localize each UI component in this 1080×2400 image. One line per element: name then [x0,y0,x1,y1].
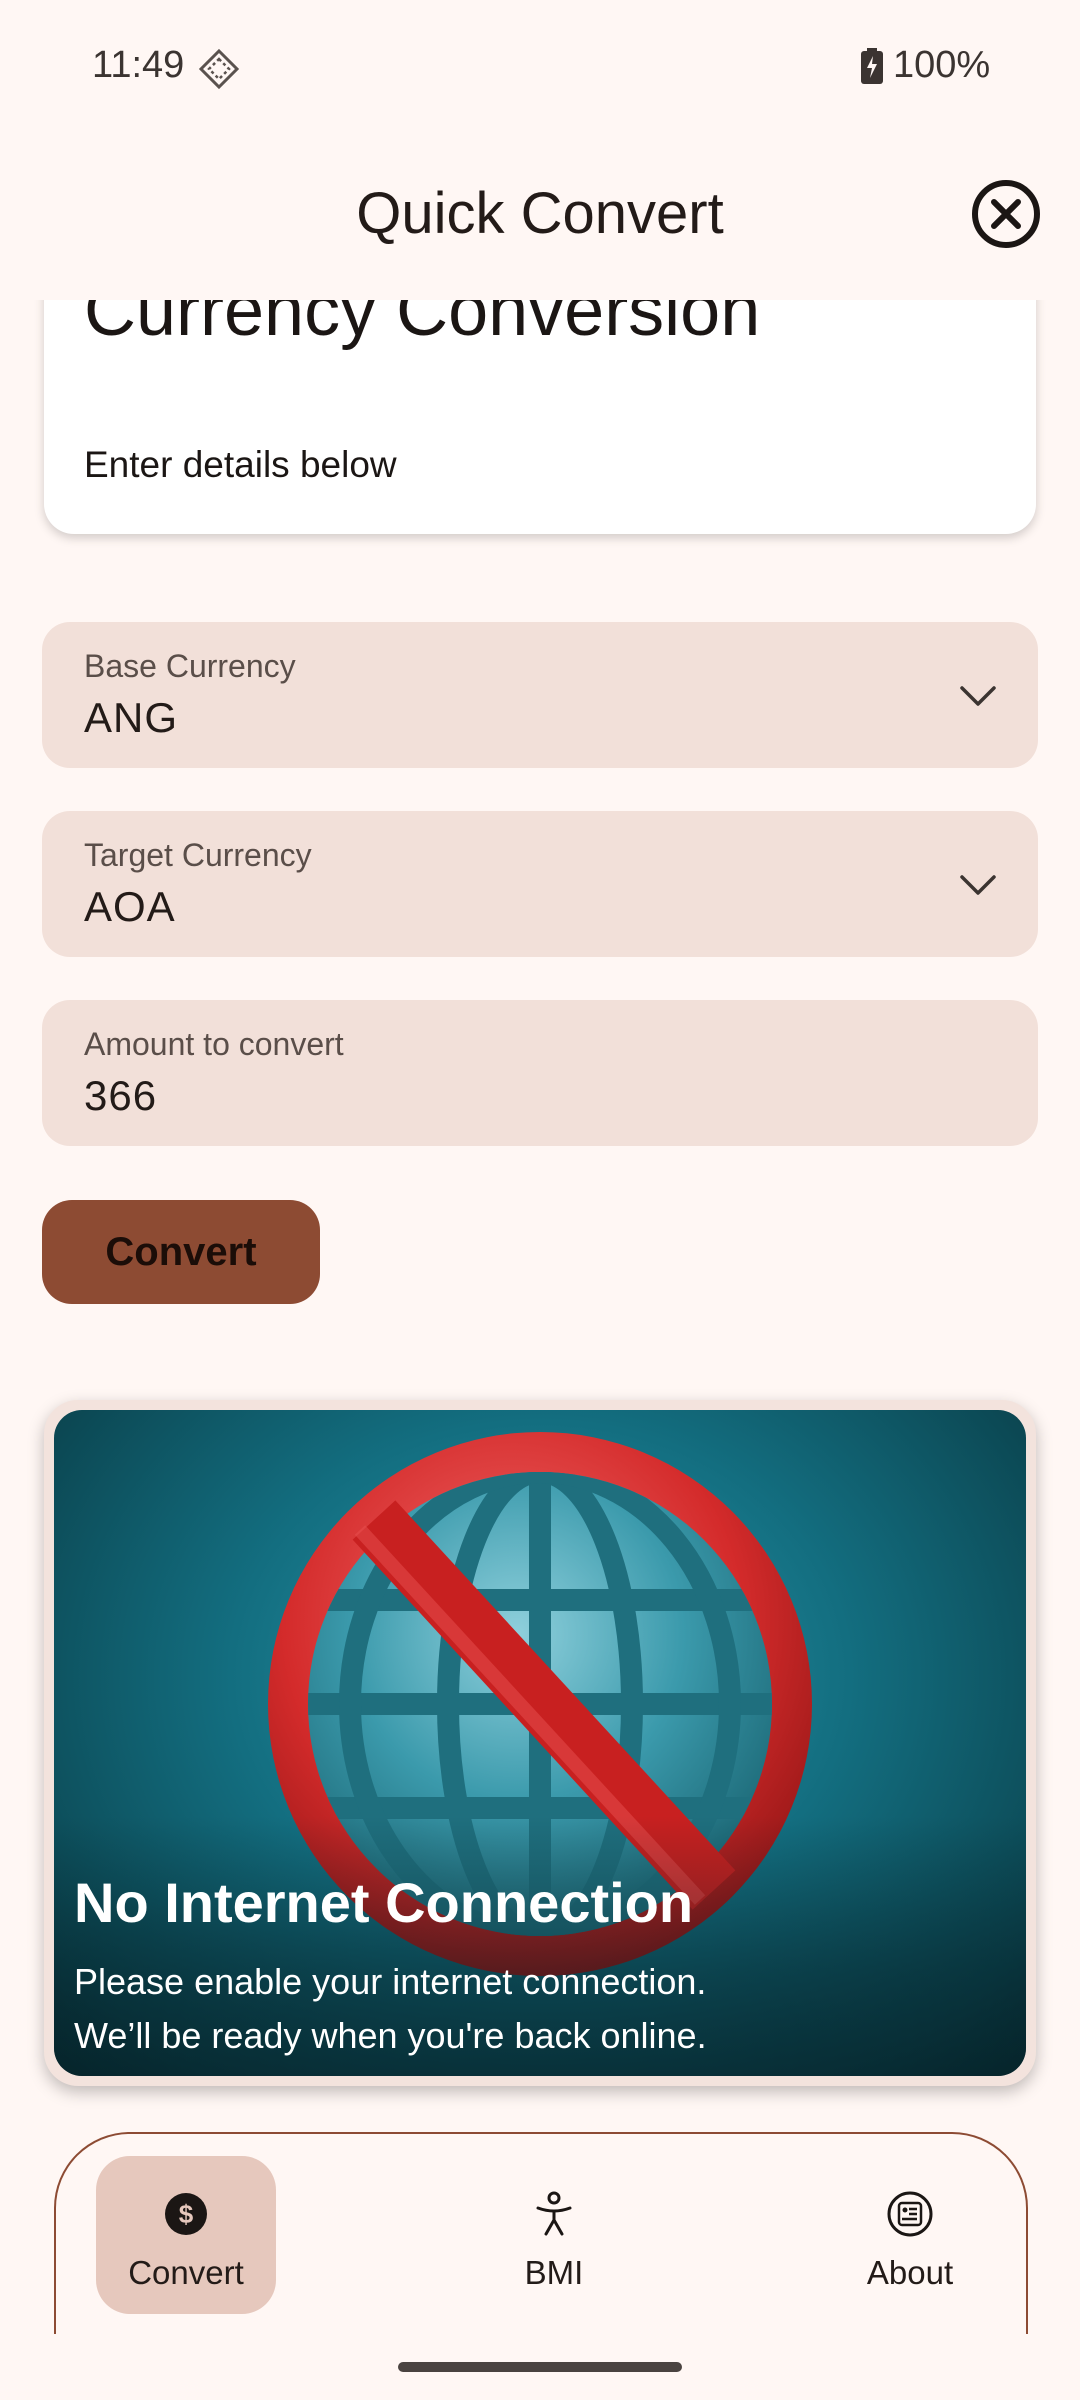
bottom-navigation: $ Convert BMI About [54,2132,1028,2334]
notification-diamond-icon [198,48,240,90]
base-currency-value: ANG [84,694,179,741]
svg-text:$: $ [179,2199,194,2229]
battery-charging-icon [861,48,883,84]
no-internet-message-line-1: Please enable your internet connection. [74,1961,707,2002]
dollar-circle-icon: $ [165,2193,207,2235]
target-currency-value: AOA [84,883,176,930]
nav-label-about: About [866,2254,954,2291]
info-card-icon [887,2191,933,2237]
battery-percentage: 100% [893,44,991,86]
nav-item-about[interactable]: About [820,2156,1000,2314]
person-icon [536,2191,572,2236]
close-icon[interactable] [970,178,1042,250]
convert-button[interactable]: Convert [42,1200,320,1304]
nav-label-bmi: BMI [524,2254,584,2291]
amount-label: Amount to convert [84,1026,344,1062]
screen: 11:49 100% Currency Conversion Enter det… [0,0,1080,2400]
nav-label-convert: Convert [128,2254,244,2291]
status-bar: 11:49 100% [0,0,1080,130]
base-currency-dropdown[interactable]: Base Currency ANG [42,622,1038,768]
nav-item-convert[interactable]: $ Convert [96,2156,276,2314]
header-subtitle: Enter details below [84,444,397,485]
nav-item-bmi[interactable]: BMI [464,2156,644,2314]
home-indicator[interactable] [398,2362,682,2372]
target-currency-dropdown[interactable]: Target Currency AOA [42,811,1038,957]
chevron-down-icon [960,686,996,706]
no-internet-message: Please enable your internet connection. … [74,1955,974,2063]
chevron-down-icon [960,875,996,895]
base-currency-label: Base Currency [84,648,296,684]
target-currency-label: Target Currency [84,837,312,873]
status-time: 11:49 [92,44,185,86]
amount-value[interactable]: 366 [84,1072,157,1120]
no-internet-message-line-2: We’ll be ready when you're back online. [74,2015,707,2056]
page-title: Quick Convert [356,181,724,246]
amount-input[interactable]: Amount to convert 366 [42,1000,1038,1146]
no-internet-title: No Internet Connection [74,1871,694,1934]
